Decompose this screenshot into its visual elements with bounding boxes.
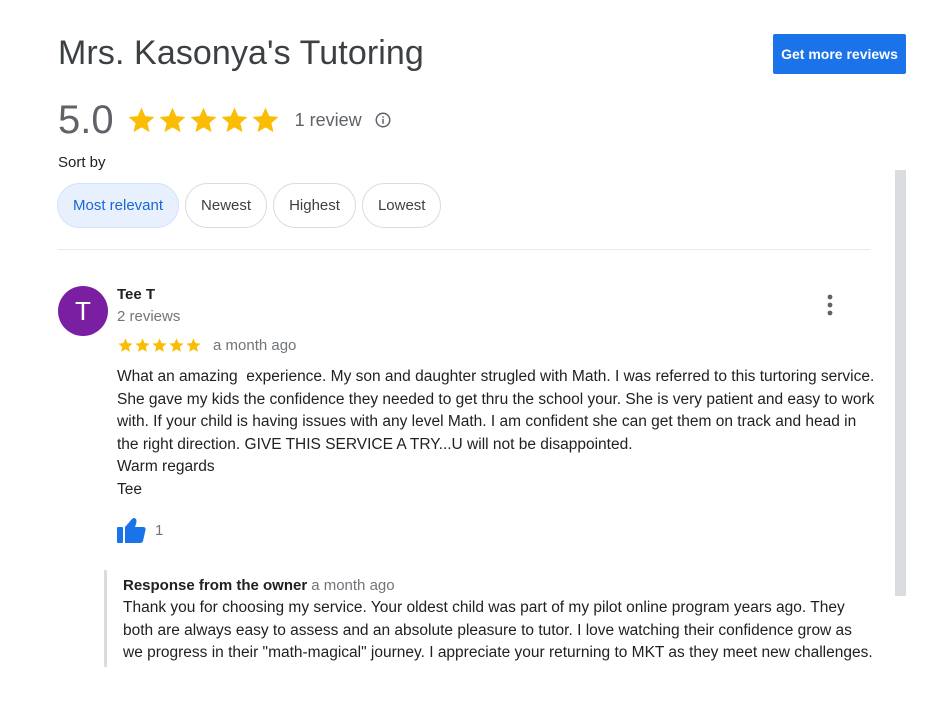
sort-chip-highest[interactable]: Highest <box>273 183 356 228</box>
star-icon <box>221 107 248 132</box>
sort-chip-most-relevant[interactable]: Most relevant <box>57 183 180 228</box>
review-date: a month ago <box>213 337 297 354</box>
owner-response: Response from the owner a month ago Thank… <box>104 570 874 667</box>
sort-label: Sort by <box>58 154 106 171</box>
star-icon <box>118 338 133 352</box>
review-stars <box>117 337 202 354</box>
owner-response-text: Thank you for choosing my service. Your … <box>123 599 873 661</box>
avatar[interactable]: T <box>58 286 108 336</box>
star-icon <box>186 338 201 352</box>
review-text: What an amazing experience. My son and d… <box>117 368 875 498</box>
star-icon <box>169 338 184 352</box>
info-icon[interactable] <box>374 111 392 129</box>
reviews-list: Sort by Most relevant Newest Highest Low… <box>0 152 931 721</box>
divider <box>58 249 870 250</box>
reviewer-review-count: 2 reviews <box>117 308 181 325</box>
owner-response-title: Response from the owner <box>123 577 308 594</box>
owner-response-header: Response from the owner a month ago <box>123 576 874 596</box>
average-rating: 5.0 <box>58 97 114 142</box>
star-icon <box>159 107 186 132</box>
sort-chip-newest[interactable]: Newest <box>185 183 268 228</box>
review-rating-row: a month ago <box>117 337 296 354</box>
rating-stars <box>126 105 281 136</box>
star-icon <box>190 107 217 132</box>
business-title: Mrs. Kasonya's Tutoring <box>58 34 424 72</box>
like-count: 1 <box>155 522 164 539</box>
reviewer-name[interactable]: Tee T <box>117 286 155 303</box>
like-button[interactable]: 1 <box>117 517 163 544</box>
review-count: 1 review <box>294 109 362 130</box>
owner-response-date: a month ago <box>311 577 395 594</box>
more-vert-icon[interactable] <box>818 290 842 320</box>
star-icon <box>252 107 279 132</box>
rating-summary: 5.0 1 review <box>58 97 392 143</box>
sort-chip-lowest[interactable]: Lowest <box>361 183 442 228</box>
get-more-reviews-button[interactable]: Get more reviews <box>773 34 906 74</box>
star-icon <box>135 338 150 352</box>
sort-chips: Most relevant Newest Highest Lowest <box>57 183 442 228</box>
star-icon <box>152 338 167 352</box>
thumbs-up-icon[interactable] <box>117 517 146 544</box>
star-icon <box>128 107 155 132</box>
